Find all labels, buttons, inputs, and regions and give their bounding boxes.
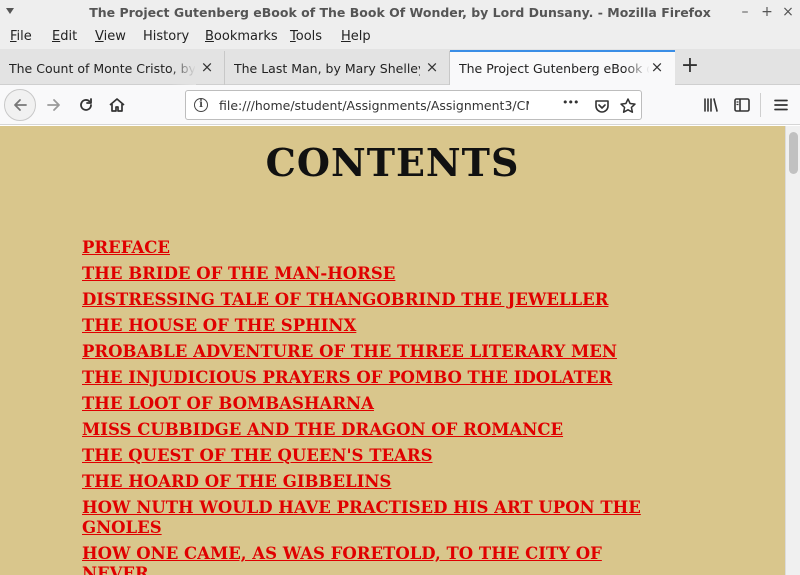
menu-file[interactable]: File [10, 29, 32, 44]
window-title: The Project Gutenberg eBook of The Book … [89, 5, 711, 20]
toc-link-preface[interactable]: PREFACE [82, 238, 170, 257]
toc-item: PREFACE [82, 238, 642, 258]
menu-bookmarks[interactable]: Bookmarks [205, 29, 278, 44]
minimize-button[interactable]: – [735, 2, 755, 22]
toc-item: MISS CUBBIDGE AND THE DRAGON OF ROMANCE [82, 420, 642, 440]
sidebar-icon [734, 98, 750, 112]
toc-link-house-sphinx[interactable]: THE HOUSE OF THE SPHINX [82, 316, 356, 335]
toc-link-city-of-never[interactable]: HOW ONE CAME, AS WAS FORETOLD, TO THE CI… [82, 544, 602, 575]
home-button[interactable] [102, 90, 132, 120]
window-titlebar: The Project Gutenberg eBook of The Book … [0, 0, 800, 26]
toc-item: PROBABLE ADVENTURE OF THE THREE LITERARY… [82, 342, 642, 362]
tab-close-icon[interactable]: × [424, 59, 440, 75]
toc-item: HOW ONE CAME, AS WAS FORETOLD, TO THE CI… [82, 544, 642, 575]
library-icon [704, 98, 718, 112]
toc-link-pombo[interactable]: THE INJUDICIOUS PRAYERS OF POMBO THE IDO… [82, 368, 612, 387]
tab-label: The Project Gutenberg eBook of The Book … [459, 61, 649, 76]
page-heading: CONTENTS [265, 140, 520, 185]
menu-edit[interactable]: Edit [52, 29, 77, 44]
menu-tools[interactable]: Tools [290, 29, 322, 44]
home-icon [109, 98, 125, 112]
maximize-button[interactable]: + [757, 2, 777, 22]
toc-item: THE INJUDICIOUS PRAYERS OF POMBO THE IDO… [82, 368, 642, 388]
toolbar-divider [760, 93, 761, 117]
toc-item: HOW NUTH WOULD HAVE PRACTISED HIS ART UP… [82, 498, 642, 538]
scrollbar-thumb[interactable] [789, 132, 798, 174]
tab-close-icon[interactable]: × [649, 59, 665, 75]
tab-label: The Count of Monte Cristo, by Alexandre … [9, 61, 195, 76]
toc-link-miss-cubbidge[interactable]: MISS CUBBIDGE AND THE DRAGON OF ROMANCE [82, 420, 563, 439]
reload-icon [80, 98, 92, 111]
sidebar-button[interactable] [727, 90, 757, 120]
toc-item: THE QUEST OF THE QUEEN'S TEARS [82, 446, 642, 466]
toc-item: THE HOUSE OF THE SPHINX [82, 316, 642, 336]
star-icon[interactable] [619, 97, 637, 115]
table-of-contents: PREFACE THE BRIDE OF THE MAN-HORSE DISTR… [82, 238, 642, 575]
tab-label: The Last Man, by Mary Shelley [234, 61, 420, 76]
toc-item: THE HOARD OF THE GIBBELINS [82, 472, 642, 492]
toc-link-literary-men[interactable]: PROBABLE ADVENTURE OF THE THREE LITERARY… [82, 342, 617, 361]
reload-button[interactable] [71, 90, 101, 120]
open-menu-button[interactable] [766, 90, 796, 120]
toc-link-queens-tears[interactable]: THE QUEST OF THE QUEEN'S TEARS [82, 446, 432, 465]
menu-view[interactable]: View [95, 29, 126, 44]
toc-link-gibbelins[interactable]: THE HOARD OF THE GIBBELINS [82, 472, 391, 491]
tab-last-man[interactable]: The Last Man, by Mary Shelley × [225, 51, 450, 85]
page-actions-more-icon[interactable]: ••• [562, 96, 580, 114]
page-content: CONTENTS PREFACE THE BRIDE OF THE MAN-HO… [0, 126, 785, 575]
tab-strip: The Count of Monte Cristo, by Alexandre … [0, 49, 800, 85]
vertical-scrollbar[interactable] [785, 126, 800, 575]
info-icon[interactable]: i [194, 98, 208, 112]
toc-link-nuth-gnoles[interactable]: HOW NUTH WOULD HAVE PRACTISED HIS ART UP… [82, 498, 641, 537]
toc-item: THE LOOT OF BOMBASHARNA [82, 394, 642, 414]
toc-item: DISTRESSING TALE OF THANGOBRIND THE JEWE… [82, 290, 642, 310]
forward-button[interactable] [39, 90, 69, 120]
address-bar[interactable]: i file:///home/student/Assignments/Assig… [185, 90, 642, 120]
toc-link-bombasharna[interactable]: THE LOOT OF BOMBASHARNA [82, 394, 374, 413]
url-text[interactable]: file:///home/student/Assignments/Assignm… [219, 98, 529, 113]
back-button[interactable] [4, 89, 36, 121]
pocket-icon[interactable] [593, 97, 611, 115]
toc-item: THE BRIDE OF THE MAN-HORSE [82, 264, 642, 284]
hamburger-menu-icon [774, 99, 788, 111]
forward-arrow-icon [47, 99, 60, 111]
toc-link-thangobrind[interactable]: DISTRESSING TALE OF THANGOBRIND THE JEWE… [82, 290, 608, 309]
navigation-toolbar: i file:///home/student/Assignments/Assig… [0, 85, 800, 125]
library-button[interactable] [696, 90, 726, 120]
close-window-button[interactable]: × [778, 2, 798, 22]
menu-history[interactable]: History [143, 29, 189, 44]
menu-help[interactable]: Help [341, 29, 371, 44]
tab-book-of-wonder[interactable]: The Project Gutenberg eBook of The Book … [450, 50, 675, 85]
new-tab-button[interactable]: + [678, 55, 702, 79]
menu-bar: File Edit View History Bookmarks Tools H… [0, 26, 800, 49]
back-arrow-icon [14, 99, 27, 111]
toc-link-bride-man-horse[interactable]: THE BRIDE OF THE MAN-HORSE [82, 264, 395, 283]
tab-monte-cristo[interactable]: The Count of Monte Cristo, by Alexandre … [0, 51, 225, 85]
tab-close-icon[interactable]: × [199, 59, 215, 75]
